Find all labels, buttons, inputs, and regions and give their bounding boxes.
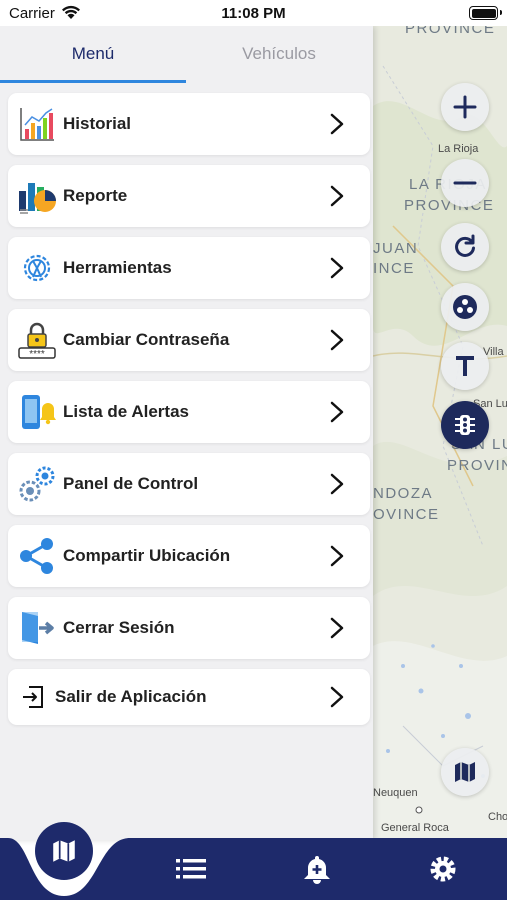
menu-label: Reporte: [63, 186, 128, 205]
map-view[interactable]: PROVINCE La Rioja LA RIOJA PROVINCE JUAN…: [373, 26, 507, 840]
map-label: NDOZA: [373, 485, 433, 502]
menu-item-herramientas[interactable]: Herramientas: [8, 237, 370, 299]
tab-menu[interactable]: Menú: [0, 26, 186, 82]
zoom-out-button[interactable]: [441, 159, 489, 207]
nav-settings-button[interactable]: [408, 838, 478, 900]
tab-vehicles[interactable]: Vehículos: [186, 26, 372, 82]
battery-icon: [469, 6, 502, 20]
chevron-right-icon: [330, 329, 344, 351]
minus-icon: [453, 181, 477, 185]
menu-label: Compartir Ubicación: [63, 546, 231, 565]
map-label: La Rioja: [438, 143, 479, 155]
tab-indicator: [0, 80, 186, 83]
menu-item-reporte[interactable]: Reporte: [8, 165, 370, 227]
map-label: OVINCE: [373, 506, 440, 523]
chevron-right-icon: [330, 257, 344, 279]
menu-item-panel-control[interactable]: Panel de Control: [8, 453, 370, 515]
layers-button[interactable]: [441, 283, 489, 331]
menu-item-compartir-ubicacion[interactable]: Compartir Ubicación: [8, 525, 370, 587]
chevron-right-icon: [330, 113, 344, 135]
control-panel-gears-icon: [19, 466, 55, 502]
tools-gear-icon: [23, 254, 51, 282]
map-label: Cho: [488, 811, 507, 823]
refresh-icon: [455, 234, 475, 257]
map-label: PROVINCE: [447, 457, 507, 474]
text-labels-button[interactable]: [441, 342, 489, 390]
nav-alerts-button[interactable]: [282, 838, 352, 900]
password-lock-icon: ****: [18, 322, 56, 359]
settings-gear-icon: [430, 856, 456, 882]
map-type-button[interactable]: [441, 748, 489, 796]
map-label: PROVINCE: [405, 26, 496, 37]
map-icon: [53, 840, 75, 862]
menu-label: Lista de Alertas: [63, 402, 189, 421]
status-bar: Carrier 11:08 PM: [0, 0, 507, 26]
side-drawer: Menú Vehículos Historial Reporte Herrami…: [0, 26, 373, 840]
logout-door-icon: [22, 612, 54, 644]
menu-label: Salir de Aplicación: [55, 687, 207, 706]
text-icon: [456, 356, 474, 376]
menu-item-cambiar-contrasena[interactable]: **** Cambiar Contraseña: [8, 309, 370, 371]
map-label: Neuquen: [373, 787, 418, 799]
svg-text:****: ****: [29, 349, 45, 359]
traffic-light-icon: [455, 415, 475, 435]
tab-bar: Menú Vehículos: [0, 26, 373, 84]
cluster-icon: [453, 295, 477, 319]
map-label: JUAN: [373, 240, 419, 257]
chevron-right-icon: [330, 686, 344, 708]
menu-item-historial[interactable]: Historial: [8, 93, 370, 155]
alert-bell-icon: [304, 856, 330, 884]
nav-list-button[interactable]: [156, 838, 226, 900]
menu-label: Historial: [63, 114, 132, 133]
menu-item-lista-alertas[interactable]: Lista de Alertas: [8, 381, 370, 443]
chevron-right-icon: [330, 617, 344, 639]
report-icon: [19, 183, 56, 214]
nav-map-button[interactable]: [35, 822, 93, 880]
map-label: General Roca: [381, 822, 449, 834]
menu-label: Herramientas: [63, 258, 172, 277]
traffic-button[interactable]: [441, 401, 489, 449]
chevron-right-icon: [330, 545, 344, 567]
zoom-in-button[interactable]: [441, 83, 489, 131]
map-icon: [455, 762, 475, 782]
menu-label: Panel de Control: [63, 474, 199, 493]
history-chart-icon: [20, 108, 54, 141]
status-time: 11:08 PM: [221, 5, 286, 22]
exit-app-icon: [23, 686, 43, 708]
menu-item-cerrar-sesion[interactable]: Cerrar Sesión: [8, 597, 370, 659]
alerts-list-icon: [22, 395, 56, 429]
chevron-right-icon: [330, 473, 344, 495]
plus-icon: [453, 95, 477, 119]
chevron-right-icon: [330, 185, 344, 207]
share-icon: [20, 538, 53, 574]
refresh-button[interactable]: [441, 223, 489, 271]
menu-label: Cerrar Sesión: [63, 618, 175, 637]
chevron-right-icon: [330, 401, 344, 423]
menu-item-salir-aplicacion[interactable]: Salir de Aplicación: [8, 669, 370, 725]
list-icon: [176, 859, 206, 879]
map-label: INCE: [373, 260, 415, 277]
menu-label: Cambiar Contraseña: [63, 330, 230, 349]
